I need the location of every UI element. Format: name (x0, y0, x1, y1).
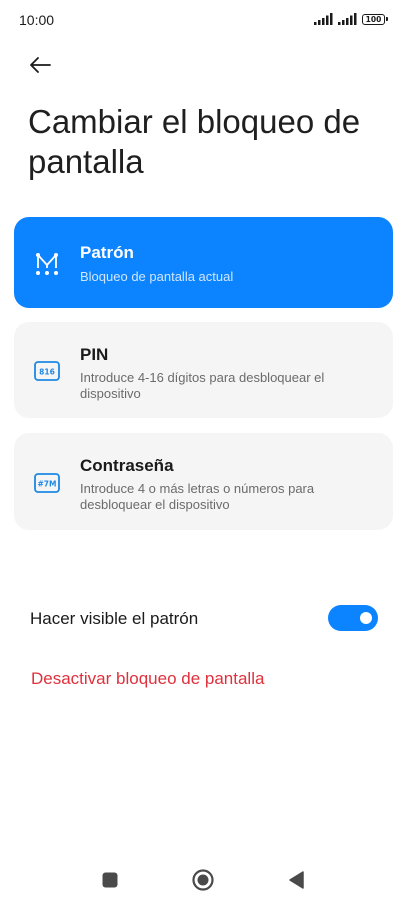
option-title: Contraseña (80, 456, 174, 475)
option-pin[interactable]: 816 PIN Introduce 4-16 dígitos para desb… (14, 322, 393, 418)
pin-icon: 816 (34, 358, 60, 384)
pin-icon-text: 816 (39, 368, 55, 377)
option-title: PIN (80, 345, 109, 364)
back-triangle-icon (289, 871, 304, 889)
option-password[interactable]: #7M Contraseña Introduce 4 o más letras … (14, 433, 393, 530)
visible-pattern-label: Hacer visible el patrón (30, 609, 199, 628)
option-title: Patrón (80, 243, 134, 262)
battery-icon: 100 (362, 13, 388, 25)
home-button[interactable] (191, 868, 215, 892)
status-time: 10:00 (19, 12, 55, 28)
pattern-icon (34, 251, 60, 277)
option-pattern[interactable]: Patrón Bloqueo de pantalla actual (14, 217, 393, 308)
status-icons: 100 (314, 13, 388, 25)
page-title: Cambiar el bloqueo de pantalla (28, 103, 361, 180)
status-bar: 10:00 100 (0, 0, 407, 40)
signal-icon (338, 13, 357, 25)
nav-back-button[interactable] (284, 868, 308, 892)
arrow-left-icon (30, 57, 51, 73)
navigation-bar (0, 860, 407, 900)
password-icon: #7M (34, 470, 60, 496)
visible-pattern-toggle[interactable] (328, 605, 378, 631)
back-button[interactable] (25, 50, 55, 80)
password-icon-text: #7M (38, 480, 57, 489)
option-description: Introduce 4-16 dígitos para desbloquear … (80, 370, 325, 401)
toggle-knob (360, 612, 372, 624)
visible-pattern-row: Hacer visible el patrón (30, 603, 378, 633)
option-description: Introduce 4 o más letras o números para … (80, 481, 315, 512)
home-circle-icon (192, 869, 214, 891)
signal-icon (314, 13, 333, 25)
recents-button[interactable] (98, 868, 122, 892)
disable-lock-button[interactable]: Desactivar bloqueo de pantalla (31, 669, 264, 689)
recents-square-icon (102, 872, 118, 888)
option-description: Bloqueo de pantalla actual (80, 269, 234, 284)
